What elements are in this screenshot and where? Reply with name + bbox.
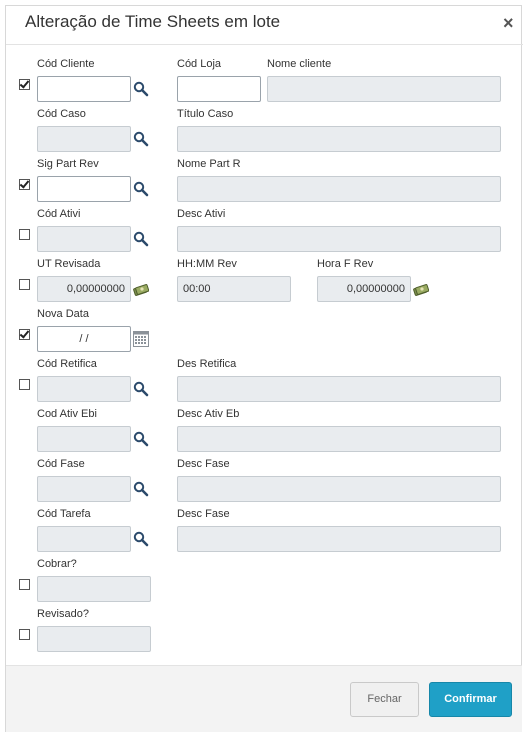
search-icon[interactable] (133, 231, 149, 247)
search-icon[interactable] (133, 481, 149, 497)
nova-data-checkbox[interactable] (19, 329, 30, 340)
nome-cliente-input (267, 76, 501, 102)
cod-retifica-checkbox[interactable] (19, 379, 30, 390)
search-icon[interactable] (133, 381, 149, 397)
desc-fase-label: Desc Fase (177, 458, 230, 470)
cod-retifica-label: Cód Retifica (37, 358, 97, 370)
desc-ativ-eb-label: Desc Ativ Eb (177, 408, 240, 420)
cod-cliente-checkbox[interactable] (19, 79, 30, 90)
cobrar-select (37, 576, 151, 602)
confirmar-button[interactable]: Confirmar (429, 682, 512, 717)
cod-tarefa-label: Cód Tarefa (37, 508, 91, 520)
desc-fase-input (177, 476, 501, 502)
search-icon[interactable] (133, 531, 149, 547)
cod-cliente-label: Cód Cliente (37, 58, 95, 70)
nome-part-r-label: Nome Part R (177, 158, 241, 170)
cod-ativi-label: Cód Ativi (37, 208, 81, 220)
calendar-icon[interactable] (133, 331, 149, 347)
search-icon[interactable] (133, 81, 149, 97)
ut-revisada-input: 0,00000000 (37, 276, 131, 302)
sig-part-rev-checkbox[interactable] (19, 179, 30, 190)
hhmm-rev-label: HH:MM Rev (177, 258, 237, 270)
cod-cliente-input[interactable] (37, 76, 131, 102)
cod-loja-input[interactable] (177, 76, 261, 102)
hora-f-rev-input: 0,00000000 (317, 276, 411, 302)
hora-f-rev-label: Hora F Rev (317, 258, 374, 270)
cod-ativi-input (37, 226, 131, 252)
cod-loja-label: Cód Loja (177, 58, 222, 70)
cod-fase-label: Cód Fase (37, 458, 85, 470)
nova-data-input[interactable]: / / (37, 326, 131, 352)
search-icon[interactable] (133, 431, 149, 447)
nova-data-label: Nova Data (37, 308, 89, 320)
cod-ativ-ebi-input (37, 426, 131, 452)
cobrar-checkbox[interactable] (19, 579, 30, 590)
desc-fase-2-label: Desc Fase (177, 508, 230, 520)
cod-caso-input (37, 126, 131, 152)
revisado-checkbox[interactable] (19, 629, 30, 640)
cod-tarefa-input (37, 526, 131, 552)
cod-fase-input (37, 476, 131, 502)
sig-part-rev-input[interactable] (37, 176, 131, 202)
header-divider (6, 44, 523, 45)
desc-ativi-input (177, 226, 501, 252)
revisado-label: Revisado? (37, 608, 89, 620)
close-icon[interactable]: × (503, 13, 514, 34)
titulo-caso-label: Título Caso (177, 108, 234, 120)
dialog-title: Alteração de Time Sheets em lote (25, 12, 281, 31)
cod-caso-label: Cód Caso (37, 108, 86, 120)
des-retifica-input (177, 376, 501, 402)
titulo-caso-input (177, 126, 501, 152)
hhmm-rev-input: 00:00 (177, 276, 291, 302)
desc-ativ-eb-input (177, 426, 501, 452)
cobrar-label: Cobrar? (37, 558, 77, 570)
cod-retifica-input (37, 376, 131, 402)
des-retifica-label: Des Retifica (177, 358, 237, 370)
nome-part-r-input (177, 176, 501, 202)
revisado-select (37, 626, 151, 652)
ut-revisada-checkbox[interactable] (19, 279, 30, 290)
desc-ativi-label: Desc Ativi (177, 208, 226, 220)
money-icon[interactable] (413, 281, 429, 297)
cod-ativi-checkbox[interactable] (19, 229, 30, 240)
fechar-button[interactable]: Fechar (350, 682, 419, 717)
ut-revisada-label: UT Revisada (37, 258, 101, 270)
search-icon[interactable] (133, 181, 149, 197)
search-icon[interactable] (133, 131, 149, 147)
cod-ativ-ebi-label: Cod Ativ Ebi (37, 408, 97, 420)
nome-cliente-label: Nome cliente (267, 58, 332, 70)
desc-fase-2-input (177, 526, 501, 552)
money-icon[interactable] (133, 281, 149, 297)
sig-part-rev-label: Sig Part Rev (37, 158, 99, 170)
